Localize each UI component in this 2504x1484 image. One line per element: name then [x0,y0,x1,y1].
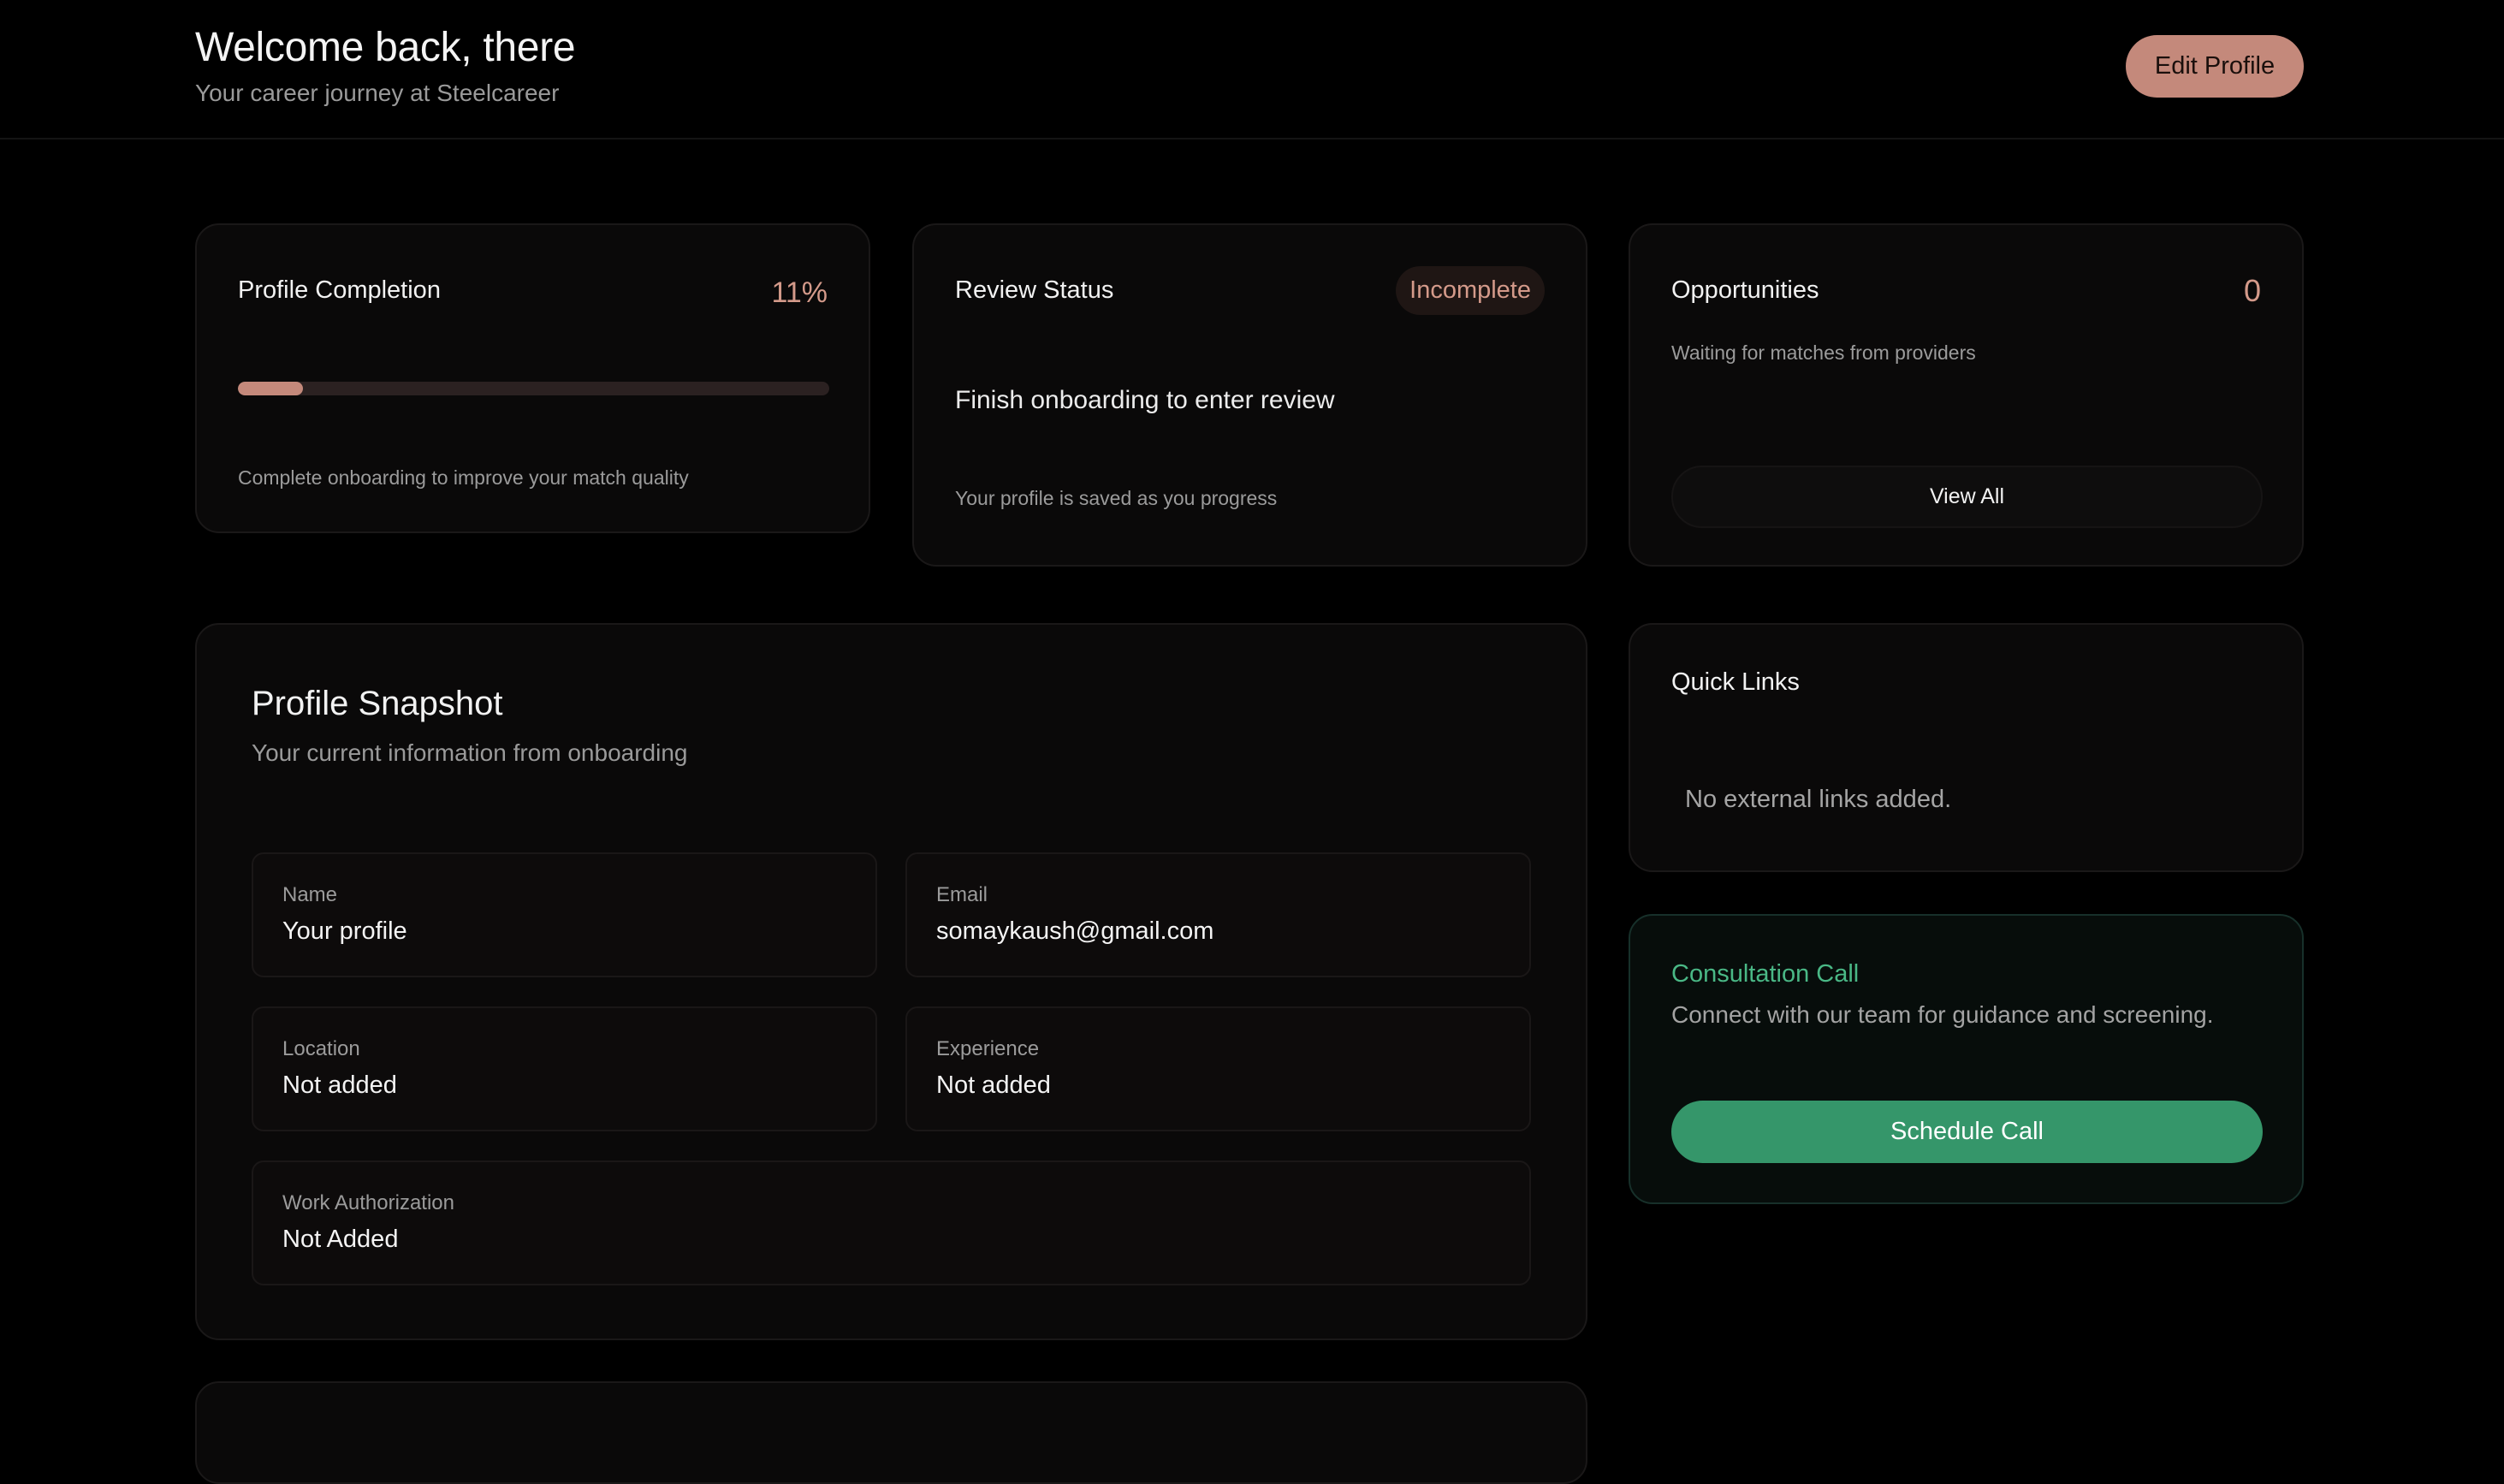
consultation-description: Connect with our team for guidance and s… [1671,1001,2214,1028]
profile-completion-hint: Complete onboarding to improve your matc… [238,466,689,489]
review-status-note: Your profile is saved as you progress [955,487,1278,509]
consultation-card: Consultation Call Connect with our team … [1629,914,2304,1204]
profile-completion-card: Profile Completion 11% Complete onboardi… [195,223,870,533]
field-label: Experience [936,1037,1040,1060]
opportunities-title: Opportunities [1671,276,1819,304]
view-all-button[interactable]: View All [1671,466,2263,528]
field-value: Not added [936,1071,1051,1099]
review-status-card: Review Status Incomplete Finish onboardi… [912,223,1587,567]
name-field: Name Your profile [252,852,877,977]
edit-profile-button[interactable]: Edit Profile [2126,35,2304,98]
page-title: Welcome back, there [195,25,576,70]
email-field: Email somaykaush@gmail.com [905,852,1531,977]
profile-completion-title: Profile Completion [238,276,441,304]
review-status-message: Finish onboarding to enter review [955,386,1335,414]
field-value: Your profile [282,917,407,945]
location-field: Location Not added [252,1006,877,1131]
field-value: Not added [282,1071,397,1099]
field-label: Location [282,1037,360,1060]
quick-links-empty-text: No external links added. [1685,786,1952,813]
opportunities-count: 0 [2243,273,2261,308]
profile-snapshot-title: Profile Snapshot [252,685,503,722]
profile-completion-progress-bar [238,382,829,395]
consultation-title: Consultation Call [1671,960,1860,988]
status-badge: Incomplete [1396,266,1545,315]
experience-field: Experience Not added [905,1006,1531,1131]
profile-snapshot-subtitle: Your current information from onboarding [252,739,688,766]
next-section-card [195,1381,1587,1484]
quick-links-card: Quick Links No external links added. [1629,623,2304,872]
field-label: Email [936,883,988,906]
schedule-call-button[interactable]: Schedule Call [1671,1101,2263,1163]
review-status-title: Review Status [955,276,1114,304]
work-authorization-field: Work Authorization Not Added [252,1160,1531,1285]
field-value: Not Added [282,1226,399,1253]
field-label: Name [282,883,338,906]
field-label: Work Authorization [282,1191,454,1214]
profile-completion-percent: 11% [771,276,828,309]
field-value: somaykaush@gmail.com [936,917,1214,945]
profile-snapshot-card: Profile Snapshot Your current informatio… [195,623,1587,1340]
opportunities-card: Opportunities 0 Waiting for matches from… [1629,223,2304,567]
page-subtitle: Your career journey at Steelcareer [195,80,560,106]
opportunities-note: Waiting for matches from providers [1671,341,1976,364]
page-header: Welcome back, there Your career journey … [0,0,2504,139]
progress-fill [238,382,303,395]
quick-links-title: Quick Links [1671,668,1800,696]
